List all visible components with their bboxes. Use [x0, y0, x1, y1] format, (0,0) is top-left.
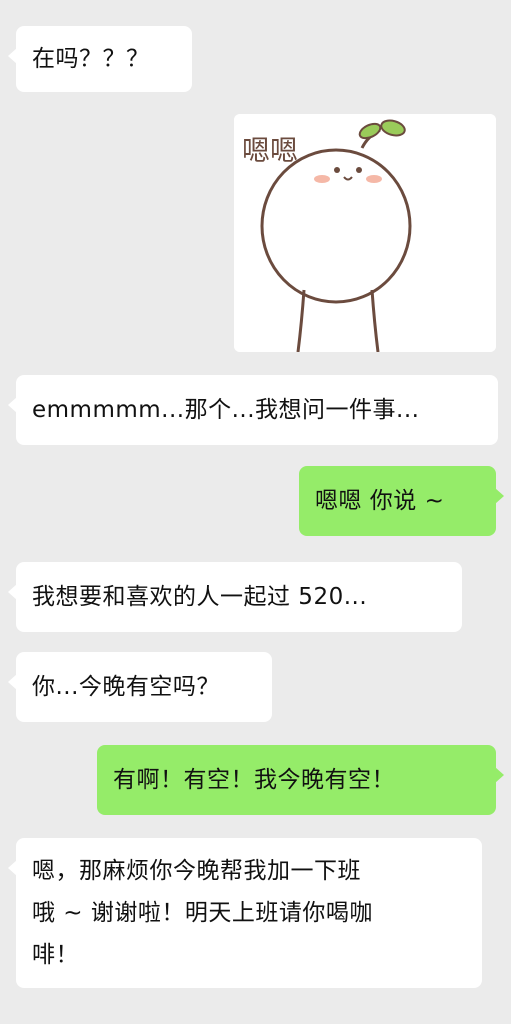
- incoming-message-bubble[interactable]: 我想要和喜欢的人一起过 520...: [8, 562, 462, 632]
- chat-thread: 在吗？？？ 嗯嗯 emmmmm...那个...我想问一件事... 嗯嗯 你说 ~…: [0, 0, 511, 1024]
- sprout-character-sticker-icon: 嗯嗯: [234, 114, 496, 352]
- incoming-message-bubble[interactable]: 嗯，那麻烦你今晚帮我加一下班 哦 ~ 谢谢啦！明天上班请你喝咖 啡！: [8, 838, 482, 988]
- incoming-message-bubble[interactable]: 在吗？？？: [8, 26, 192, 92]
- message-line: 嗯，那麻烦你今晚帮我加一下班: [32, 858, 361, 884]
- message-text: 你...今晚有空吗？: [32, 674, 220, 700]
- incoming-message-bubble[interactable]: emmmmm...那个...我想问一件事...: [8, 375, 498, 445]
- message-text: 有啊！有空！我今晚有空！: [113, 767, 395, 793]
- message-line: 啡！: [32, 942, 79, 968]
- message-text: 我想要和喜欢的人一起过 520...: [32, 584, 368, 610]
- outgoing-sticker-message[interactable]: 嗯嗯: [234, 114, 496, 352]
- message-text: 嗯嗯 你说 ~: [315, 488, 445, 514]
- outgoing-message-bubble[interactable]: 嗯嗯 你说 ~: [299, 466, 504, 536]
- outgoing-message-bubble[interactable]: 有啊！有空！我今晚有空！: [97, 745, 504, 815]
- svg-text:嗯嗯: 嗯嗯: [242, 134, 298, 167]
- message-text: 在吗？？？: [32, 46, 150, 72]
- message-line: 哦 ~ 谢谢啦！明天上班请你喝咖: [32, 900, 373, 926]
- incoming-message-bubble[interactable]: 你...今晚有空吗？: [8, 652, 272, 722]
- message-text: emmmmm...那个...我想问一件事...: [32, 397, 420, 423]
- sticker-caption: 嗯嗯: [242, 134, 298, 167]
